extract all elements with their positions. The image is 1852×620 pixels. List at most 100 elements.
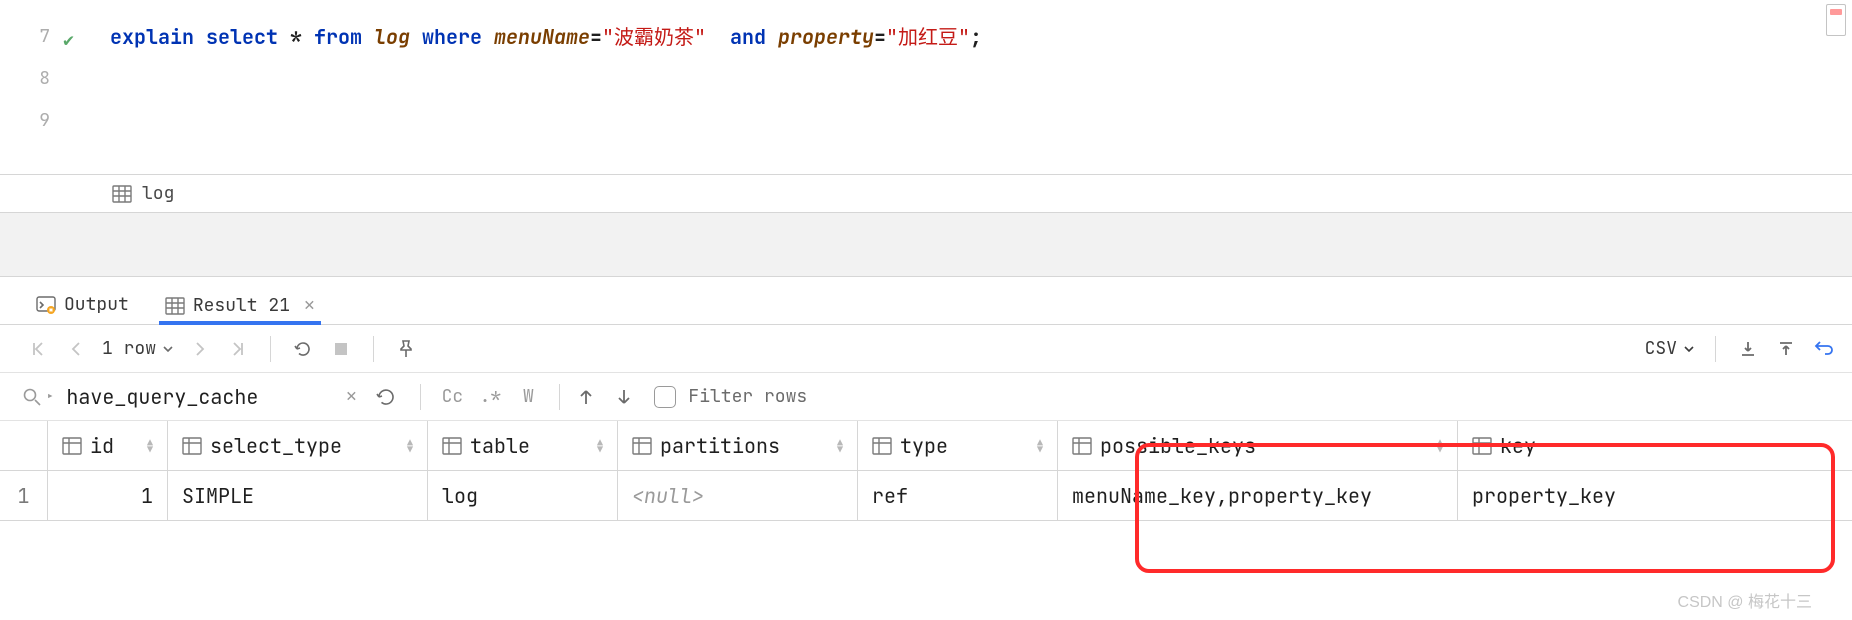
words-toggle[interactable]: W [515, 385, 541, 408]
sort-icon: ▲▼ [1437, 439, 1443, 453]
last-page-icon [226, 337, 250, 361]
breadcrumb-item[interactable]: log [142, 182, 174, 205]
upload-icon[interactable] [1774, 337, 1798, 361]
col-header-key[interactable]: key [1458, 421, 1852, 471]
cell-select-type[interactable]: SIMPLE [168, 471, 428, 521]
chevron-down-icon [162, 343, 174, 355]
cell-partitions[interactable]: <null> [618, 471, 858, 521]
divider [1715, 336, 1716, 362]
filter-rows-checkbox[interactable] [654, 386, 676, 408]
tab-output[interactable]: Output [30, 285, 135, 324]
str-literal: "加红豆" [886, 24, 970, 50]
row-number: 1 [0, 471, 48, 521]
export-format-dropdown[interactable]: CSV [1645, 337, 1695, 360]
search-input[interactable] [66, 384, 326, 410]
col-property: property [778, 24, 874, 50]
first-page-icon [26, 337, 50, 361]
cell-possible-keys[interactable]: menuName_key,property_key [1058, 471, 1458, 521]
column-icon [872, 436, 892, 456]
table-icon [112, 185, 132, 203]
history-icon[interactable] [376, 387, 402, 407]
line-gutter: 7 ✔ 8 9 [0, 0, 80, 174]
column-icon [62, 436, 82, 456]
line-number: 8 [0, 58, 80, 100]
arrow-down-icon[interactable] [616, 388, 642, 406]
col-label: key [1500, 433, 1536, 459]
kw-select: select [206, 24, 278, 50]
sync-icon[interactable] [1812, 337, 1836, 361]
pin-icon[interactable] [394, 337, 418, 361]
col-menuname: menuName [494, 24, 590, 50]
export-format-label: CSV [1645, 337, 1677, 360]
divider [420, 384, 421, 410]
table-row[interactable]: 1 1 SIMPLE log <null> ref menuName_key,p… [0, 471, 1852, 521]
breadcrumb: log [0, 175, 1852, 213]
sort-icon: ▲▼ [407, 439, 413, 453]
sort-icon: ▲▼ [597, 439, 603, 453]
cell-table[interactable]: log [428, 471, 618, 521]
sort-icon: ▲▼ [1037, 439, 1043, 453]
sort-icon: ▲▼ [837, 439, 843, 453]
col-header-table[interactable]: table ▲▼ [428, 421, 618, 471]
col-header-partitions[interactable]: partitions ▲▼ [618, 421, 858, 471]
ok-check-icon: ✔ [63, 20, 74, 62]
case-toggle[interactable]: Cc [439, 385, 465, 408]
col-header-select-type[interactable]: select_type ▲▼ [168, 421, 428, 471]
col-label: possible_keys [1100, 433, 1256, 459]
result-tabs: Output Result 21 ✕ [0, 277, 1852, 325]
stop-icon [329, 337, 353, 361]
kw-where: where [422, 24, 482, 50]
next-page-icon [188, 337, 212, 361]
filter-rows-label: Filter rows [688, 385, 807, 408]
watermark: CSDN @ 梅花十三 [1678, 588, 1812, 612]
row-count-label: 1 row [102, 337, 156, 360]
kw-and: and [730, 24, 766, 50]
download-icon[interactable] [1736, 337, 1760, 361]
arrow-up-icon[interactable] [578, 388, 604, 406]
col-label: partitions [660, 433, 780, 459]
column-icon [442, 436, 462, 456]
column-icon [1472, 436, 1492, 456]
column-icon [632, 436, 652, 456]
col-header-possible-keys[interactable]: possible_keys ▲▼ [1058, 421, 1458, 471]
code-area[interactable]: explain select * from log where menuName… [80, 0, 1852, 174]
col-label: id [90, 433, 114, 459]
refresh-icon[interactable] [291, 337, 315, 361]
column-icon [182, 436, 202, 456]
tab-label: Result 21 [193, 294, 290, 317]
filter-bar: ▸ ✕ Cc .* W Filter rows [0, 373, 1852, 421]
cell-type[interactable]: ref [858, 471, 1058, 521]
column-icon [1072, 436, 1092, 456]
close-icon[interactable]: ✕ [304, 294, 315, 317]
row-number-header [0, 421, 48, 471]
result-toolbar: 1 row CSV [0, 325, 1852, 373]
divider [559, 384, 560, 410]
table-icon [165, 297, 185, 315]
sql-editor[interactable]: 7 ✔ 8 9 explain select * from log where … [0, 0, 1852, 175]
editor-minimap[interactable] [1826, 4, 1846, 36]
col-header-type[interactable]: type ▲▼ [858, 421, 1058, 471]
chevron-down-icon [1683, 343, 1695, 355]
tbl-name: log [374, 24, 410, 50]
line-number: 9 [0, 100, 80, 142]
cell-id[interactable]: 1 [48, 471, 168, 521]
regex-toggle[interactable]: .* [477, 385, 503, 408]
cell-key[interactable]: property_key [1458, 471, 1852, 521]
kw-from: from [314, 24, 362, 50]
filter-arrow-icon: ▸ [46, 388, 54, 406]
prev-page-icon [64, 337, 88, 361]
terminal-icon [36, 295, 56, 315]
divider [270, 336, 271, 362]
clear-search-icon[interactable]: ✕ [338, 385, 364, 408]
divider [373, 336, 374, 362]
row-count-dropdown[interactable]: 1 row [102, 337, 174, 360]
search-icon [22, 387, 42, 407]
tab-result[interactable]: Result 21 ✕ [159, 286, 321, 325]
kw-explain: explain [110, 24, 194, 50]
col-header-id[interactable]: id ▲▼ [48, 421, 168, 471]
str-literal: "波霸奶茶" [602, 24, 706, 50]
result-grid: id ▲▼ select_type ▲▼ table ▲▼ partitions… [0, 421, 1852, 521]
sort-icon: ▲▼ [147, 439, 153, 453]
col-label: type [900, 433, 948, 459]
tab-label: Output [64, 293, 129, 316]
